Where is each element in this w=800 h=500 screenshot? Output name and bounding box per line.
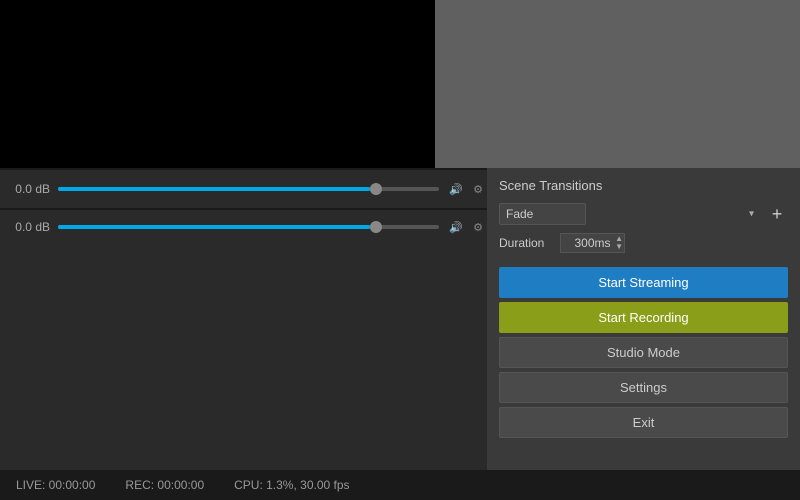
channel2-db: 0.0 dB [0,220,50,234]
studio-mode-button[interactable]: Studio Mode [499,337,788,368]
spinner-arrows: ▲ ▼ [615,233,623,253]
start-streaming-button[interactable]: Start Streaming [499,267,788,298]
middle-area: 0.0 dB 🔊 ⚙ 0.0 dB [0,168,800,470]
channel1-thumb[interactable] [370,183,382,195]
cpu-status: CPU: 1.3%, 30.00 fps [234,478,349,492]
channel1-controls: 🔊 ⚙ [447,180,487,198]
duration-row: Duration ▲ ▼ [499,233,788,253]
spinner-down[interactable]: ▼ [615,243,623,251]
right-panel: Scene Transitions Fade Cut Swipe Slide S… [487,168,800,470]
channel2-volume-btn[interactable]: 🔊 [447,218,465,236]
settings-button[interactable]: Settings [499,372,788,403]
status-bar: LIVE: 00:00:00 REC: 00:00:00 CPU: 1.3%, … [0,470,800,500]
action-buttons: Start Streaming Start Recording Studio M… [499,267,788,438]
add-transition-button[interactable]: + [766,203,788,225]
scene-transitions-heading: Scene Transitions [499,178,788,193]
divider-line [0,208,487,210]
duration-label: Duration [499,236,554,250]
channel1-slider-wrapper[interactable] [58,182,439,196]
transition-row: Fade Cut Swipe Slide Stinger Fade to Col… [499,203,788,225]
channel2-slider-wrapper[interactable] [58,220,439,234]
start-recording-button[interactable]: Start Recording [499,302,788,333]
exit-button[interactable]: Exit [499,407,788,438]
live-status: LIVE: 00:00:00 [16,478,95,492]
channel2-settings-btn[interactable]: ⚙ [469,218,487,236]
audio-channel-2: 0.0 dB 🔊 ⚙ [0,218,487,236]
duration-spinner-wrapper: ▲ ▼ [560,233,625,253]
channel1-fill [58,187,370,191]
main-preview [0,0,435,168]
audio-channel-1: 0.0 dB 🔊 ⚙ [0,180,487,198]
audio-mixer: 0.0 dB 🔊 ⚙ 0.0 dB [0,168,487,470]
transition-select[interactable]: Fade Cut Swipe Slide Stinger Fade to Col… [499,203,586,225]
channel1-db: 0.0 dB [0,182,50,196]
transition-select-wrapper: Fade Cut Swipe Slide Stinger Fade to Col… [499,203,760,225]
channel2-thumb[interactable] [370,221,382,233]
channel2-fill [58,225,370,229]
rec-status: REC: 00:00:00 [125,478,204,492]
channel2-controls: 🔊 ⚙ [447,218,487,236]
right-preview [435,0,800,168]
channel1-volume-btn[interactable]: 🔊 [447,180,465,198]
channel1-settings-btn[interactable]: ⚙ [469,180,487,198]
preview-area [0,0,800,168]
